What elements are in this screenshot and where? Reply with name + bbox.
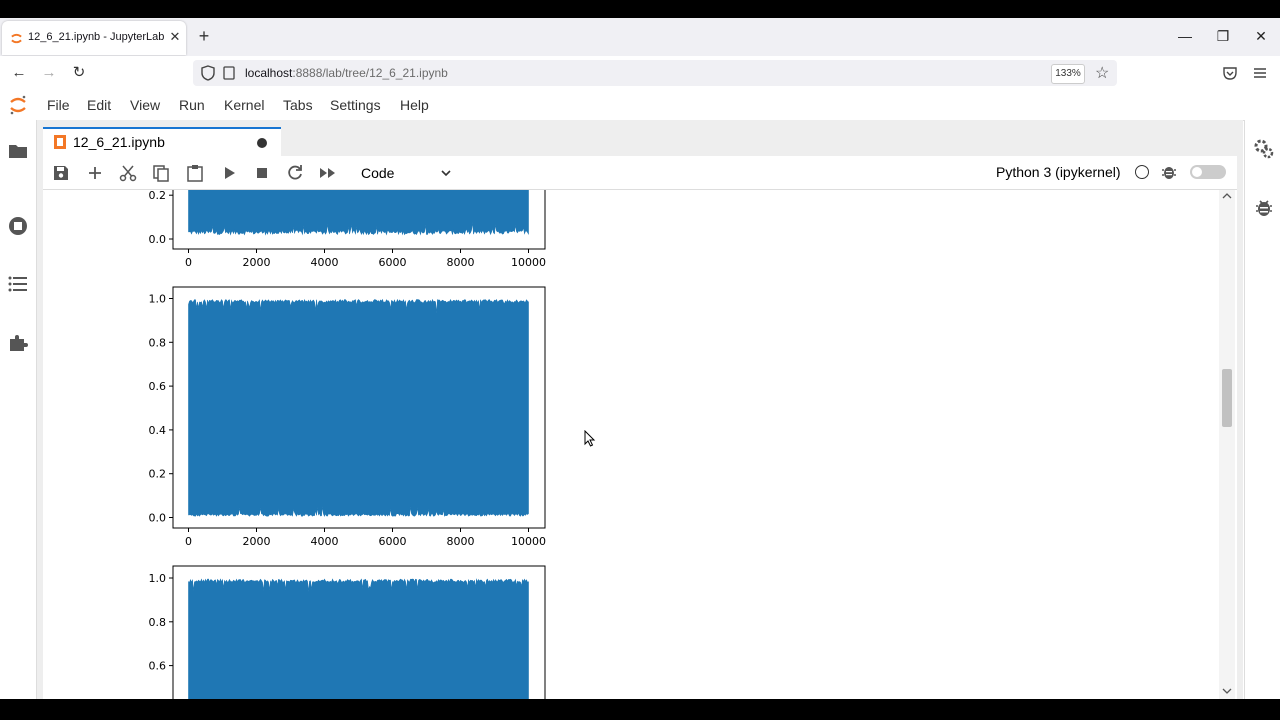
chart-1-ytick-label: 0.2 bbox=[149, 190, 167, 202]
minimize-icon[interactable]: — bbox=[1170, 26, 1200, 46]
menu-kernel[interactable]: Kernel bbox=[224, 97, 264, 113]
paste-icon[interactable] bbox=[184, 162, 206, 184]
tab-close-icon[interactable]: ✕ bbox=[166, 28, 184, 46]
chart-2-xtick-label: 10000 bbox=[511, 535, 546, 548]
tab-strip: 12_6_21.ipynb - JupyterLab ✕ + — ❐ ✕ bbox=[0, 18, 1280, 56]
stop-icon[interactable] bbox=[251, 162, 273, 184]
tab-title: 12_6_21.ipynb - JupyterLab bbox=[28, 31, 165, 43]
url-path: :8888/lab/tree/12_6_21.ipynb bbox=[292, 66, 448, 80]
scroll-up-icon[interactable] bbox=[1222, 192, 1232, 200]
chevron-down-icon[interactable] bbox=[439, 163, 453, 183]
chart-1-series-line bbox=[188, 190, 529, 236]
right-sidebar bbox=[1244, 120, 1280, 699]
jupyter-menubar: File Edit View Run Kernel Tabs Settings … bbox=[0, 90, 1280, 121]
running-icon[interactable] bbox=[7, 215, 29, 237]
plot-output-area: 0.0 0.2 0 2000 4000 6000 8000 10000 0.0 0.2 0.4 0.6… bbox=[149, 190, 546, 699]
scrollbar-thumb[interactable] bbox=[1222, 369, 1232, 427]
url-bar[interactable]: localhost:8888/lab/tree/12_6_21.ipynb 13… bbox=[193, 60, 1117, 86]
chart-2-xtick-label: 8000 bbox=[447, 535, 475, 548]
chart-3-ytick-label: 0.6 bbox=[149, 660, 167, 673]
menu-edit[interactable]: Edit bbox=[87, 97, 111, 113]
bookmark-star-icon[interactable]: ☆ bbox=[1095, 63, 1109, 83]
chart-2-xtick-label: 2000 bbox=[243, 535, 271, 548]
restore-icon[interactable]: ❐ bbox=[1208, 26, 1238, 46]
restart-icon[interactable] bbox=[284, 162, 306, 184]
menu-file[interactable]: File bbox=[47, 97, 70, 113]
chart-1-xtick-label: 8000 bbox=[447, 256, 475, 269]
bug-icon[interactable] bbox=[1161, 164, 1177, 180]
menu-view[interactable]: View bbox=[130, 97, 160, 113]
notebook-icon bbox=[54, 135, 66, 149]
debugger-icon[interactable] bbox=[1254, 198, 1274, 218]
browser-window: 12_6_21.ipynb - JupyterLab ✕ + — ❐ ✕ ← →… bbox=[0, 18, 1280, 699]
jupyter-logo-icon bbox=[10, 95, 26, 115]
pocket-icon[interactable] bbox=[1222, 65, 1238, 81]
reload-button[interactable]: ↻ bbox=[68, 63, 90, 83]
main-work-area: 12_6_21.ipynb Code Python 3 (ipykernel) … bbox=[37, 120, 1243, 699]
notebook-content[interactable]: 0.0 0.2 0 2000 4000 6000 8000 10000 0.0 0.2 0.4 0.6… bbox=[43, 190, 1237, 699]
chart-2-ytick-label: 0.2 bbox=[149, 468, 167, 481]
chart-2-ytick-label: 0.8 bbox=[149, 336, 167, 349]
chart-2-series-line bbox=[188, 298, 529, 517]
chart-2-ytick-label: 1.0 bbox=[149, 293, 167, 306]
hamburger-menu-icon[interactable] bbox=[1252, 65, 1268, 81]
chart-2-ytick-label: 0.4 bbox=[149, 424, 167, 437]
kernel-name[interactable]: Python 3 (ipykernel) bbox=[996, 164, 1121, 180]
browser-tab[interactable]: 12_6_21.ipynb - JupyterLab ✕ bbox=[2, 21, 186, 55]
left-sidebar bbox=[0, 120, 37, 699]
new-tab-button[interactable]: + bbox=[194, 26, 214, 46]
chart-3-ytick-label: 0.8 bbox=[149, 616, 167, 629]
chart-1-xtick-label: 4000 bbox=[311, 256, 339, 269]
chart-2-xtick-label: 6000 bbox=[379, 535, 407, 548]
chart-2-xtick-label: 4000 bbox=[311, 535, 339, 548]
page-icon[interactable] bbox=[223, 66, 235, 80]
zoom-level[interactable]: 133% bbox=[1051, 64, 1085, 84]
chart-1-xtick-label: 2000 bbox=[243, 256, 271, 269]
forward-button[interactable]: → bbox=[38, 63, 60, 83]
kernel-status-icon bbox=[1135, 165, 1149, 179]
fast-forward-icon[interactable] bbox=[317, 162, 339, 184]
extension-icon[interactable] bbox=[7, 332, 29, 354]
url-text[interactable]: localhost:8888/lab/tree/12_6_21.ipynb bbox=[245, 66, 448, 80]
mouse-cursor-icon bbox=[584, 430, 596, 447]
jupyter-favicon-icon bbox=[11, 33, 22, 44]
shield-icon[interactable] bbox=[201, 65, 215, 81]
notebook-panel: Code Python 3 (ipykernel) 0.0 0.2 0 2000 400… bbox=[43, 156, 1237, 699]
url-host: localhost bbox=[245, 66, 293, 80]
folder-icon[interactable] bbox=[7, 140, 29, 162]
navigation-bar: ← → ↻ localhost:8888/lab/tree/12_6_21.ip… bbox=[0, 56, 1280, 91]
scroll-down-icon[interactable] bbox=[1222, 687, 1232, 695]
menu-settings[interactable]: Settings bbox=[330, 97, 381, 113]
scrollbar[interactable] bbox=[1219, 190, 1235, 699]
chart-1-xtick-label: 6000 bbox=[379, 256, 407, 269]
chart-2-ytick-label: 0.6 bbox=[149, 380, 167, 393]
copy-icon[interactable] bbox=[150, 162, 172, 184]
save-icon[interactable] bbox=[50, 162, 72, 184]
notebook-tab-title: 12_6_21.ipynb bbox=[73, 134, 165, 150]
notebook-tab[interactable]: 12_6_21.ipynb bbox=[43, 127, 281, 157]
table-of-contents-icon[interactable] bbox=[7, 273, 29, 295]
menu-help[interactable]: Help bbox=[400, 97, 429, 113]
cut-icon[interactable] bbox=[117, 162, 139, 184]
back-button[interactable]: ← bbox=[8, 63, 30, 83]
chart-3-ytick-label: 1.0 bbox=[149, 572, 167, 585]
chart-2-ytick-label: 0.0 bbox=[149, 512, 167, 525]
chart-3-series-line bbox=[188, 578, 529, 699]
add-cell-icon[interactable] bbox=[84, 162, 106, 184]
debugger-toggle[interactable] bbox=[1190, 165, 1226, 179]
menu-run[interactable]: Run bbox=[179, 97, 205, 113]
chart-1-xtick-label: 0 bbox=[185, 256, 192, 269]
run-icon[interactable] bbox=[218, 162, 240, 184]
notebook-toolbar: Code Python 3 (ipykernel) bbox=[43, 156, 1237, 190]
chart-2-xtick-label: 0 bbox=[185, 535, 192, 548]
chart-1-xtick-label: 10000 bbox=[511, 256, 546, 269]
chart-1-ytick-label: 0.0 bbox=[149, 233, 167, 246]
property-inspector-icon[interactable] bbox=[1253, 138, 1275, 160]
unsaved-indicator[interactable] bbox=[257, 138, 267, 148]
toggle-knob bbox=[1192, 167, 1202, 177]
menu-tabs[interactable]: Tabs bbox=[283, 97, 313, 113]
close-window-icon[interactable]: ✕ bbox=[1246, 26, 1276, 46]
